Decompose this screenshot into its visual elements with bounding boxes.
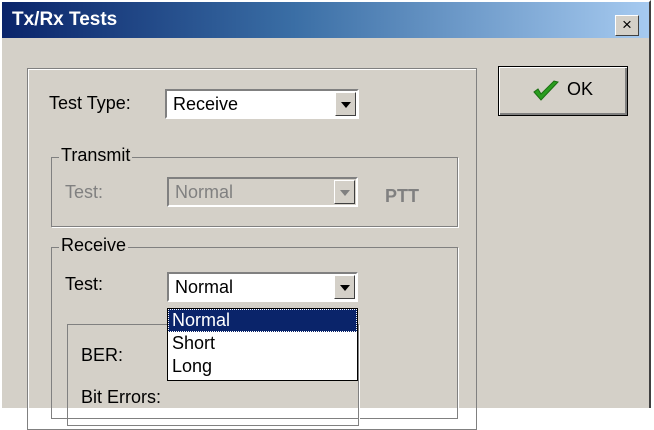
chevron-down-icon xyxy=(340,285,350,291)
dropdown-option-normal[interactable]: Normal xyxy=(168,309,357,332)
receive-test-dropdown-list: Normal Short Long xyxy=(167,308,358,381)
transmit-group-title: Transmit xyxy=(59,145,133,166)
chevron-down-icon xyxy=(340,190,350,196)
dropdown-option-long[interactable]: Long xyxy=(168,355,357,378)
test-type-value: Receive xyxy=(173,94,239,114)
transmit-test-value: Normal xyxy=(175,182,234,202)
ber-label: BER: xyxy=(81,345,124,365)
chevron-down-icon xyxy=(341,102,351,108)
bit-errors-label: Bit Errors: xyxy=(81,387,162,407)
transmit-dropdown-button xyxy=(334,180,355,204)
test-type-select[interactable]: Receive xyxy=(165,89,359,119)
close-button[interactable]: × xyxy=(615,15,639,36)
receive-test-label: Test: xyxy=(65,274,104,294)
receive-test-select[interactable]: Normal xyxy=(167,272,358,302)
window-title: Tx/Rx Tests xyxy=(12,9,118,30)
receive-test-value: Normal xyxy=(175,277,234,297)
checkmark-icon xyxy=(533,80,559,101)
tx-rx-tests-dialog: Tx/Rx Tests × OK Test Type: Receive Tran… xyxy=(0,0,651,430)
ptt-label: PTT xyxy=(385,186,419,206)
transmit-test-label: Test: xyxy=(65,182,104,202)
test-type-dropdown-button[interactable] xyxy=(335,92,356,116)
test-type-label: Test Type: xyxy=(49,93,131,113)
close-icon: × xyxy=(622,15,632,34)
ok-label: OK xyxy=(567,79,594,99)
dropdown-option-short[interactable]: Short xyxy=(168,332,357,355)
ok-button[interactable]: OK xyxy=(498,66,628,116)
receive-dropdown-button[interactable] xyxy=(334,275,355,299)
transmit-test-select: Normal xyxy=(167,177,358,207)
receive-group-title: Receive xyxy=(59,235,129,256)
title-bar[interactable]: Tx/Rx Tests × xyxy=(2,2,649,38)
